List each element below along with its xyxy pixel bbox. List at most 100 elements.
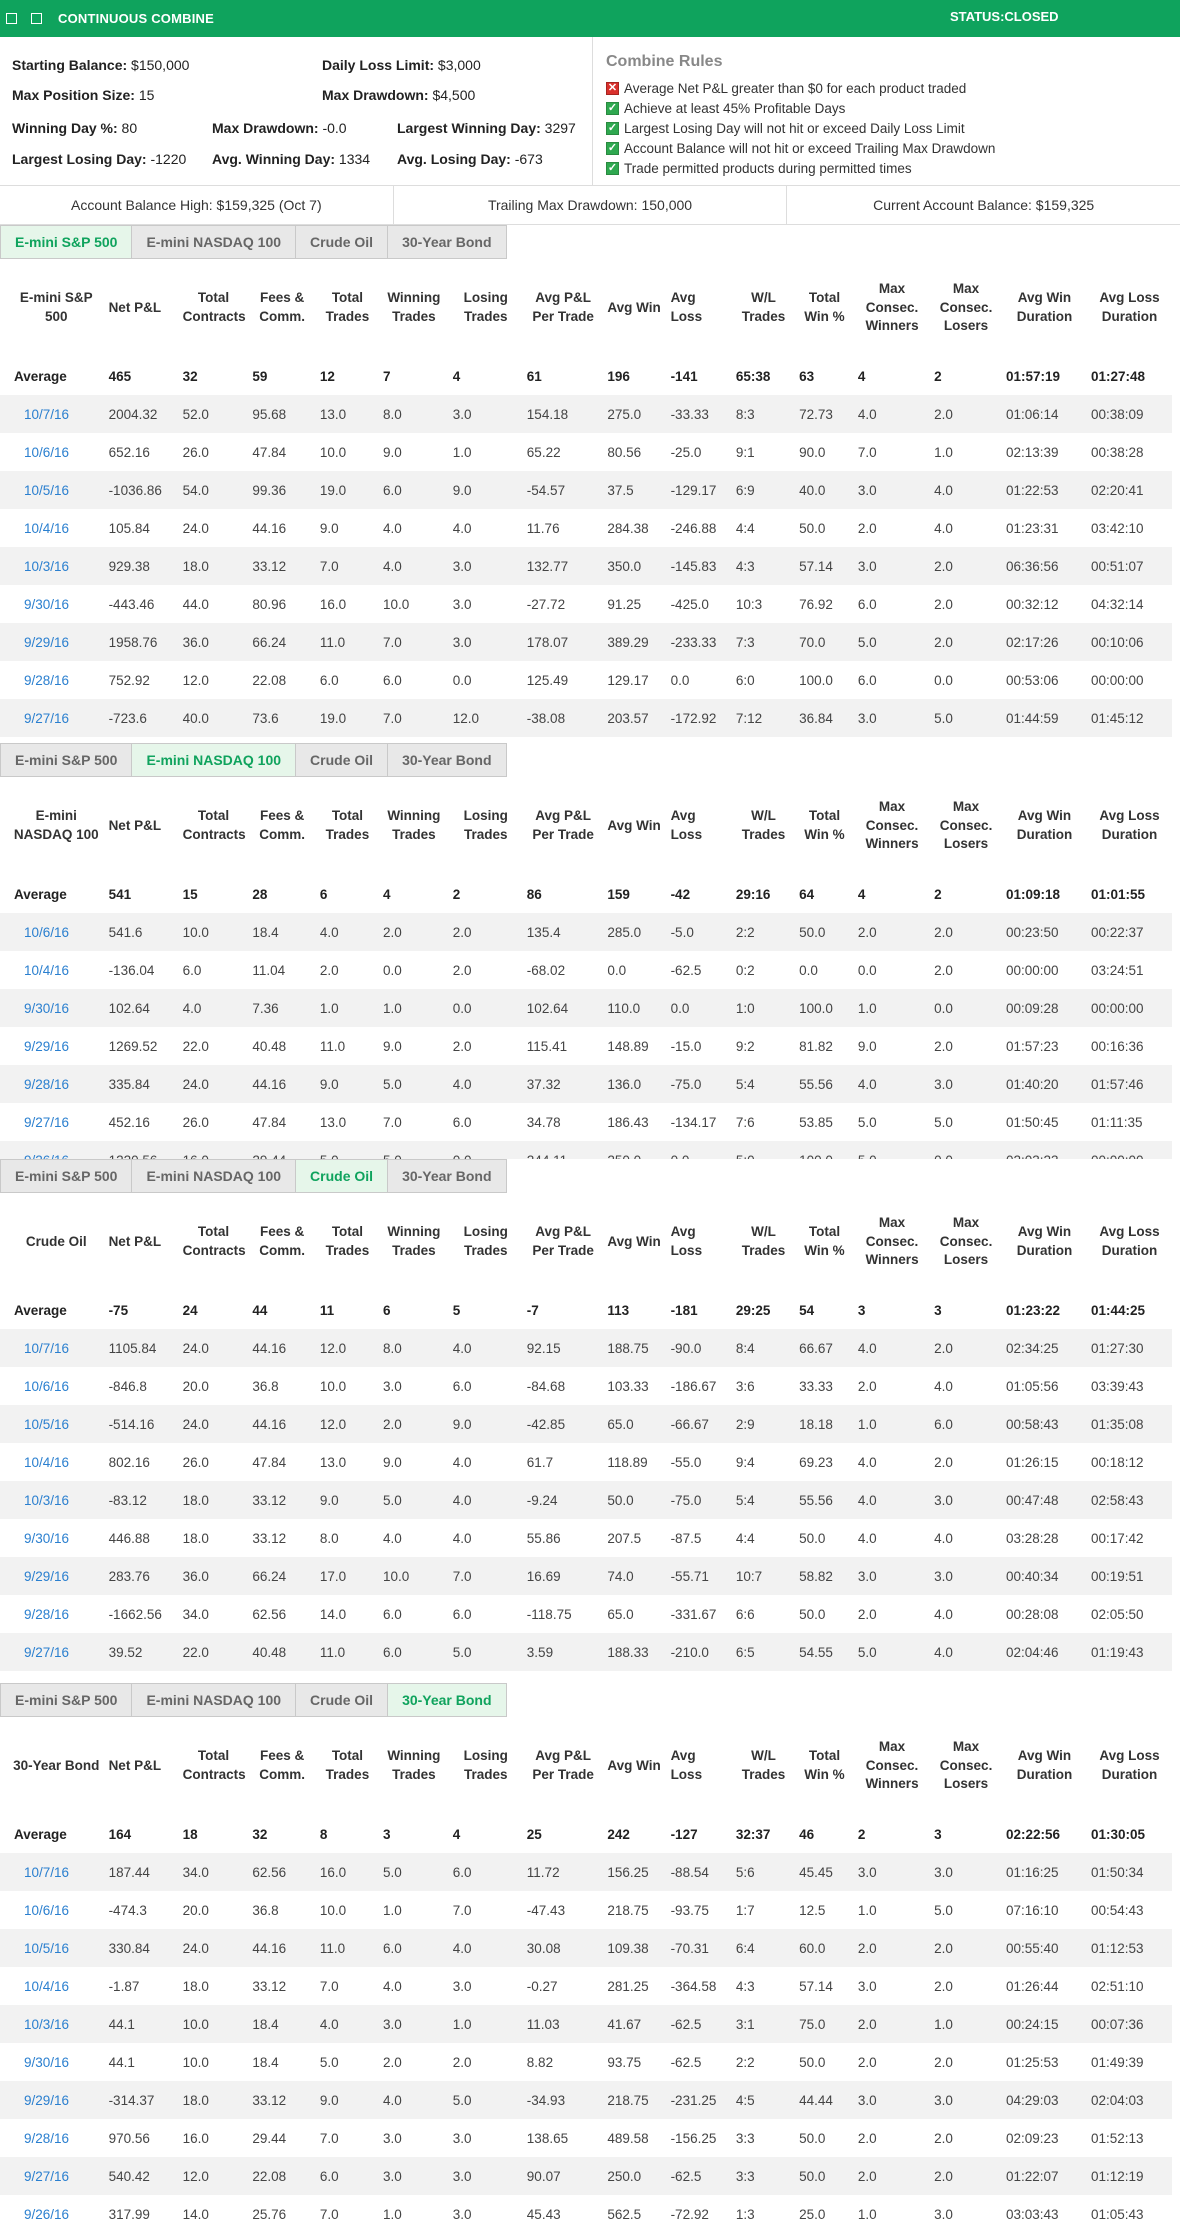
column-header-net-pandl[interactable]: Net P&L [105,1717,179,1815]
column-header-total-contracts[interactable]: Total Contracts [179,777,249,875]
date-link[interactable]: 9/26/16 [0,2195,105,2223]
column-header-avg-loss-duration[interactable]: Avg Loss Duration [1087,259,1172,357]
tab-e-mini-nasdaq-100[interactable]: E-mini NASDAQ 100 [131,1683,296,1717]
date-link[interactable]: 10/7/16 [0,1329,105,1367]
column-header-avg-pandl-per-trade[interactable]: Avg P&L Per Trade [523,1193,604,1291]
column-header-max-consec-winners[interactable]: Max Consec. Winners [854,1717,930,1815]
column-header-total-contracts[interactable]: Total Contracts [179,1193,249,1291]
tab-30-year-bond[interactable]: 30-Year Bond [387,225,507,259]
column-header-avg-win[interactable]: Avg Win [603,1193,666,1291]
column-header-net-pandl[interactable]: Net P&L [105,259,179,357]
tab-crude-oil[interactable]: Crude Oil [295,225,388,259]
date-link[interactable]: 10/5/16 [0,1929,105,1967]
column-header-max-consec-losers[interactable]: Max Consec. Losers [930,1193,1002,1291]
date-link[interactable]: 9/29/16 [0,1027,105,1065]
column-header-avg-loss[interactable]: Avg Loss [667,1193,732,1291]
column-header-max-consec-winners[interactable]: Max Consec. Winners [854,1193,930,1291]
window-square-icon[interactable] [31,13,42,24]
date-link[interactable]: 9/28/16 [0,1595,105,1633]
column-header-losing-trades[interactable]: Losing Trades [449,1717,523,1815]
column-header-avg-loss[interactable]: Avg Loss [667,777,732,875]
tab-crude-oil[interactable]: Crude Oil [295,1683,388,1717]
column-header-product[interactable]: E-mini S&P 500 [0,259,105,357]
date-link[interactable]: 9/27/16 [0,1633,105,1671]
column-header-fees-and-comm[interactable]: Fees & Comm. [248,1717,316,1815]
column-header-losing-trades[interactable]: Losing Trades [449,1193,523,1291]
column-header-avg-loss-duration[interactable]: Avg Loss Duration [1087,1717,1172,1815]
tab-crude-oil[interactable]: Crude Oil [295,1159,388,1193]
tab-30-year-bond[interactable]: 30-Year Bond [387,1159,507,1193]
column-header-avg-pandl-per-trade[interactable]: Avg P&L Per Trade [523,259,604,357]
tab-e-mini-sandp-500[interactable]: E-mini S&P 500 [0,1683,132,1717]
column-header-total-win[interactable]: Total Win % [795,1193,854,1291]
date-link[interactable]: 9/28/16 [0,2119,105,2157]
column-header-total-contracts[interactable]: Total Contracts [179,259,249,357]
column-header-total-trades[interactable]: Total Trades [316,777,379,875]
date-link[interactable]: 10/3/16 [0,2005,105,2043]
date-link[interactable]: 10/4/16 [0,509,105,547]
date-link[interactable]: 9/27/16 [0,699,105,737]
tab-e-mini-nasdaq-100[interactable]: E-mini NASDAQ 100 [131,1159,296,1193]
date-link[interactable]: 9/30/16 [0,2043,105,2081]
date-link[interactable]: 10/3/16 [0,1481,105,1519]
tab-crude-oil[interactable]: Crude Oil [295,743,388,777]
column-header-fees-and-comm[interactable]: Fees & Comm. [248,1193,316,1291]
column-header-product[interactable]: E-mini NASDAQ 100 [0,777,105,875]
date-link[interactable]: 9/30/16 [0,989,105,1027]
column-header-avg-win-duration[interactable]: Avg Win Duration [1002,259,1087,357]
tab-e-mini-sandp-500[interactable]: E-mini S&P 500 [0,1159,132,1193]
column-header-max-consec-losers[interactable]: Max Consec. Losers [930,259,1002,357]
date-link[interactable]: 10/6/16 [0,433,105,471]
column-header-total-win[interactable]: Total Win % [795,259,854,357]
column-header-avg-win-duration[interactable]: Avg Win Duration [1002,1193,1087,1291]
date-link[interactable]: 9/30/16 [0,585,105,623]
date-link[interactable]: 10/4/16 [0,1967,105,2005]
date-link[interactable]: 10/6/16 [0,913,105,951]
date-link[interactable]: 10/7/16 [0,1853,105,1891]
column-header-w-l-trades[interactable]: W/L Trades [732,1193,795,1291]
date-link[interactable]: 9/28/16 [0,1065,105,1103]
column-header-max-consec-losers[interactable]: Max Consec. Losers [930,777,1002,875]
date-link[interactable]: 9/29/16 [0,1557,105,1595]
column-header-max-consec-winners[interactable]: Max Consec. Winners [854,777,930,875]
column-header-fees-and-comm[interactable]: Fees & Comm. [248,777,316,875]
date-link[interactable]: 10/4/16 [0,1443,105,1481]
column-header-avg-loss[interactable]: Avg Loss [667,1717,732,1815]
column-header-losing-trades[interactable]: Losing Trades [449,777,523,875]
column-header-winning-trades[interactable]: Winning Trades [379,1717,449,1815]
column-header-net-pandl[interactable]: Net P&L [105,1193,179,1291]
column-header-winning-trades[interactable]: Winning Trades [379,259,449,357]
column-header-net-pandl[interactable]: Net P&L [105,777,179,875]
tab-30-year-bond[interactable]: 30-Year Bond [387,1683,507,1717]
tab-30-year-bond[interactable]: 30-Year Bond [387,743,507,777]
column-header-max-consec-losers[interactable]: Max Consec. Losers [930,1717,1002,1815]
column-header-product[interactable]: Crude Oil [0,1193,105,1291]
date-link[interactable]: 10/6/16 [0,1891,105,1929]
column-header-avg-loss[interactable]: Avg Loss [667,259,732,357]
column-header-avg-loss-duration[interactable]: Avg Loss Duration [1087,1193,1172,1291]
column-header-w-l-trades[interactable]: W/L Trades [732,777,795,875]
column-header-winning-trades[interactable]: Winning Trades [379,1193,449,1291]
date-link[interactable]: 9/28/16 [0,661,105,699]
tab-e-mini-sandp-500[interactable]: E-mini S&P 500 [0,743,132,777]
date-link[interactable]: 10/7/16 [0,395,105,433]
column-header-total-win[interactable]: Total Win % [795,1717,854,1815]
column-header-w-l-trades[interactable]: W/L Trades [732,259,795,357]
date-link[interactable]: 10/5/16 [0,471,105,509]
date-link[interactable]: 10/5/16 [0,1405,105,1443]
column-header-losing-trades[interactable]: Losing Trades [449,259,523,357]
column-header-total-trades[interactable]: Total Trades [316,259,379,357]
tab-e-mini-sandp-500[interactable]: E-mini S&P 500 [0,225,132,259]
column-header-total-trades[interactable]: Total Trades [316,1717,379,1815]
column-header-avg-win[interactable]: Avg Win [603,1717,666,1815]
column-header-product[interactable]: 30-Year Bond [0,1717,105,1815]
tab-e-mini-nasdaq-100[interactable]: E-mini NASDAQ 100 [131,225,296,259]
tab-e-mini-nasdaq-100[interactable]: E-mini NASDAQ 100 [131,743,296,777]
column-header-avg-pandl-per-trade[interactable]: Avg P&L Per Trade [523,777,604,875]
column-header-total-win[interactable]: Total Win % [795,777,854,875]
column-header-avg-loss-duration[interactable]: Avg Loss Duration [1087,777,1172,875]
date-link[interactable]: 9/27/16 [0,2157,105,2195]
window-square-icon[interactable] [6,13,17,24]
date-link[interactable]: 10/6/16 [0,1367,105,1405]
column-header-total-contracts[interactable]: Total Contracts [179,1717,249,1815]
